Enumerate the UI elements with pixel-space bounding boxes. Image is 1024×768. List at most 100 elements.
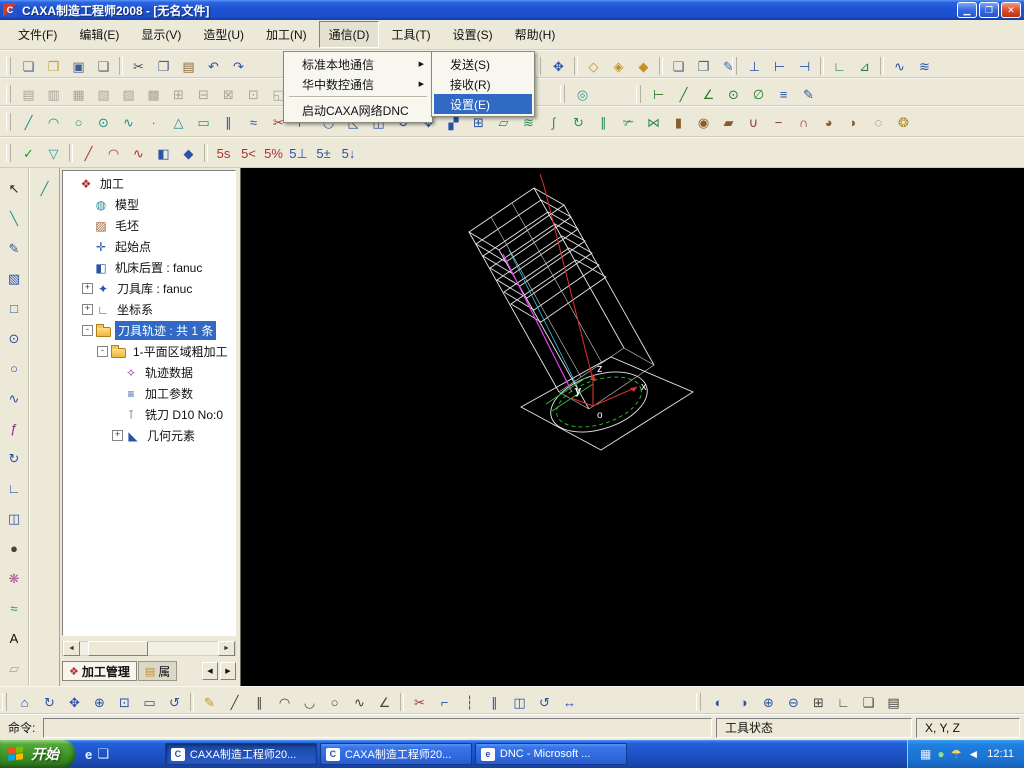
print-button[interactable]: ❑ <box>91 54 116 78</box>
viewport-canvas[interactable]: x z y o <box>241 168 1024 686</box>
copy-window-button[interactable]: ❐ <box>691 54 716 78</box>
edit-rotate-button[interactable]: ↺ <box>532 690 557 714</box>
display-wireframe-button[interactable]: ◇ <box>581 54 606 78</box>
ime-tray-icon[interactable]: ▦ <box>920 748 931 760</box>
tree-expander-geometry-elements[interactable]: + <box>112 430 123 441</box>
edit-break-button[interactable]: ┆ <box>457 690 482 714</box>
ucs-activate-button[interactable]: ⊿ <box>852 54 877 78</box>
snap-angle-button[interactable]: 5< <box>236 141 261 165</box>
menu-tools[interactable]: 工具(T) <box>381 21 440 48</box>
dim-aligned-button[interactable]: ╱ <box>671 82 696 106</box>
polygon-button[interactable]: △ <box>166 110 191 134</box>
draw-line-button[interactable]: ╱ <box>222 690 247 714</box>
surface-offset-button[interactable]: ∥ <box>591 110 616 134</box>
draw-circle-button[interactable]: ○ <box>322 690 347 714</box>
drill-cycle-button[interactable]: ▨ <box>116 82 141 106</box>
edit-corner-button[interactable]: ⌐ <box>432 690 457 714</box>
refresh-view-button[interactable]: ↺ <box>162 690 187 714</box>
copy-button[interactable]: ❐ <box>151 54 176 78</box>
antivirus-tray-icon[interactable]: ☂ <box>951 748 962 760</box>
tab-machining-manager[interactable]: ❖ 加工管理 <box>62 661 137 681</box>
close-button[interactable]: ✕ <box>1001 2 1021 18</box>
pick-solid-button[interactable]: ◆ <box>176 141 201 165</box>
edit-mirror-button[interactable]: ◫ <box>507 690 532 714</box>
sphere-tool-button[interactable]: ● <box>2 536 27 560</box>
draw-spline-button[interactable]: ∿ <box>347 690 372 714</box>
tree-expander-toolpath[interactable]: - <box>82 325 93 336</box>
visible-check-button[interactable]: ✓ <box>16 141 41 165</box>
menu-item-huazhong-nc-comm[interactable]: 华中数控通信 ▶ <box>286 74 430 94</box>
snap-s5-button[interactable]: 5s <box>211 141 236 165</box>
plane-rough-button[interactable]: ▥ <box>41 82 66 106</box>
open-folder-button[interactable]: ❒ <box>41 54 66 78</box>
menu-settings[interactable]: 设置(S) <box>443 21 503 48</box>
text-tool-button[interactable]: A <box>2 626 27 650</box>
home-view-button[interactable]: ⌂ <box>12 690 37 714</box>
draw-arc-button[interactable]: ◠ <box>272 690 297 714</box>
tree-item-machining-params[interactable]: ≡ 加工参数 <box>63 383 235 404</box>
draw-parallel-button[interactable]: ∥ <box>247 690 272 714</box>
sketch-line-button[interactable]: ╲ <box>2 206 27 230</box>
tab-scroll-right[interactable]: ▶ <box>220 662 236 680</box>
surface-stitch-button[interactable]: ⋈ <box>641 110 666 134</box>
tree-item-path-data[interactable]: ✧ 轨迹数据 <box>63 362 235 383</box>
tree-item-start-point[interactable]: ✛ 起始点 <box>63 236 235 257</box>
sketch-spline-button[interactable]: ∿ <box>2 386 27 410</box>
pick-surface-button[interactable]: ◧ <box>151 141 176 165</box>
line-button[interactable]: ╱ <box>16 110 41 134</box>
engrave-cut-button[interactable]: ▩ <box>141 82 166 106</box>
surface-revolve-button[interactable]: ↻ <box>566 110 591 134</box>
solid-loft-button[interactable]: ▰ <box>716 110 741 134</box>
title-bar[interactable]: C CAXA制造工程师2008 - [无名文件] ▁ ❐ ✕ <box>0 0 1024 20</box>
draw-polyline-button[interactable]: ∠ <box>372 690 397 714</box>
circle-button[interactable]: ○ <box>66 110 91 134</box>
pocket-cut-button[interactable]: ▧ <box>91 82 116 106</box>
tree-expander-plane-area-rough[interactable]: - <box>97 346 108 357</box>
menu-item-comm-settings[interactable]: 设置(E) <box>434 94 532 114</box>
point-button[interactable]: ∙ <box>141 110 166 134</box>
wave-surface-button[interactable]: ≈ <box>2 596 27 620</box>
curve-combine-button[interactable]: ≋ <box>912 54 937 78</box>
tree-item-machine-post[interactable]: ◧ 机床后置 : fanuc <box>63 257 235 278</box>
start-button[interactable]: 开始 <box>0 740 75 768</box>
surface-finish-button[interactable]: ⊠ <box>216 82 241 106</box>
ie-quicklaunch[interactable]: e <box>85 747 92 762</box>
solid-extrude-button[interactable]: ▮ <box>666 110 691 134</box>
eraser-tool-button[interactable]: ▱ <box>2 656 27 680</box>
draw-arc-2-button[interactable]: ◡ <box>297 690 322 714</box>
new-window-button[interactable]: ❏ <box>666 54 691 78</box>
pattern-tool-button[interactable]: ❋ <box>2 566 27 590</box>
property-window-button[interactable]: ▤ <box>881 690 906 714</box>
render-mode-button[interactable]: ❂ <box>891 110 916 134</box>
ucs-create-button[interactable]: ∟ <box>827 54 852 78</box>
pick-arc-button[interactable]: ◠ <box>101 141 126 165</box>
center-mark-button[interactable]: ⊕ <box>756 690 781 714</box>
command-input[interactable] <box>43 717 712 738</box>
paste-button[interactable]: ▤ <box>176 54 201 78</box>
solid-chamfer-button[interactable]: ◗ <box>841 110 866 134</box>
maximize-button[interactable]: ❐ <box>979 2 999 18</box>
pan-view-button[interactable]: ✥ <box>546 54 571 78</box>
taskbar-button[interactable]: C CAXA制造工程师20... <box>319 743 472 765</box>
boolean-intersect-button[interactable]: ∩ <box>791 110 816 134</box>
pick-line-button[interactable]: ╱ <box>76 141 101 165</box>
tree-item-toolpath[interactable]: - 刀具轨迹 : 共 1 条 <box>63 320 235 341</box>
menu-item-receive[interactable]: 接收(R) <box>434 74 532 94</box>
undo-button[interactable]: ↶ <box>201 54 226 78</box>
rotate-view-button[interactable]: ↻ <box>37 690 62 714</box>
menu-help[interactable]: 帮助(H) <box>505 21 566 48</box>
save-file-button[interactable]: ▣ <box>66 54 91 78</box>
tree-item-geometry-elements[interactable]: + ◣ 几何元素 <box>63 425 235 446</box>
sketch-ellipse-button[interactable]: ○ <box>2 356 27 380</box>
curve-offset-button[interactable]: ≈ <box>241 110 266 134</box>
pan-view-2-button[interactable]: ✥ <box>62 690 87 714</box>
boolean-union-button[interactable]: ∪ <box>741 110 766 134</box>
menu-view[interactable]: 显示(V) <box>131 21 191 48</box>
snap-step-button[interactable]: 5↓ <box>336 141 361 165</box>
ortho-toggle-button[interactable]: ∟ <box>831 690 856 714</box>
arc-button[interactable]: ◠ <box>41 110 66 134</box>
spline-button[interactable]: ∿ <box>116 110 141 134</box>
plane-yz-button[interactable]: ⊢ <box>767 54 792 78</box>
surface-rough-button[interactable]: ⊟ <box>191 82 216 106</box>
pencil-cut-button[interactable]: ⊡ <box>241 82 266 106</box>
